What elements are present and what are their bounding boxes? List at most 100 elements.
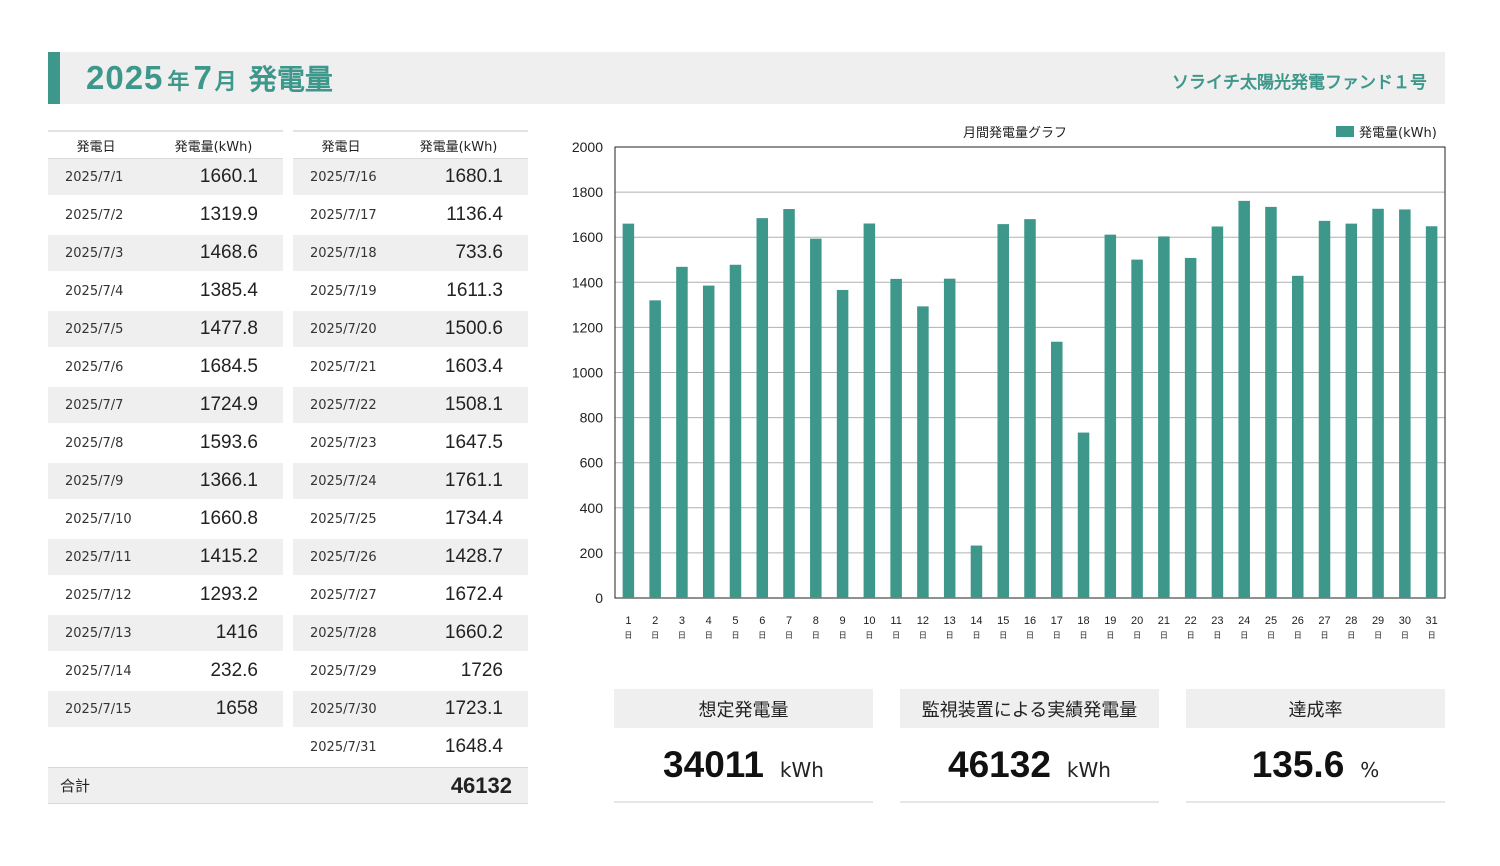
x-tick-label: 21 — [1158, 615, 1170, 627]
x-tick-suffix: 日 — [1374, 631, 1382, 640]
row-value: 1724.9 — [199, 394, 258, 415]
bar — [810, 238, 822, 599]
table-row: 2025/7/2 1319.9 — [48, 197, 283, 235]
summary-label: 達成率 — [1186, 689, 1445, 728]
row-value: 1660.1 — [199, 166, 258, 187]
x-tick-label: 9 — [840, 615, 846, 627]
total-row: 合計 46132 — [48, 767, 528, 804]
x-tick-label: 23 — [1211, 615, 1223, 627]
y-tick-label: 400 — [580, 500, 604, 516]
row-value: 1136.4 — [446, 204, 503, 225]
bar — [1425, 226, 1438, 598]
table-row: 2025/7/3 1468.6 — [48, 235, 283, 273]
x-tick-label: 26 — [1292, 615, 1304, 627]
x-tick-label: 20 — [1131, 615, 1143, 627]
bar — [1158, 236, 1170, 598]
row-date: 2025/7/1 — [65, 169, 124, 185]
title-year-label: 年 — [167, 70, 190, 95]
table-row: 2025/7/22 1508.1 — [293, 387, 528, 425]
table-row: 2025/7/26 1428.7 — [293, 539, 528, 577]
row-value: 1593.6 — [199, 432, 258, 453]
row-date: 2025/7/19 — [310, 283, 377, 299]
row-value: 1477.8 — [199, 318, 258, 339]
x-tick-label: 31 — [1425, 615, 1437, 627]
row-date: 2025/7/30 — [310, 701, 377, 717]
row-date: 2025/7/16 — [310, 169, 377, 185]
row-value: 232.6 — [210, 660, 258, 681]
table-row: 2025/7/9 1366.1 — [48, 463, 283, 501]
x-tick-suffix: 日 — [1267, 631, 1275, 640]
x-tick-suffix: 日 — [678, 631, 686, 640]
table-rows: 2025/7/1 1660.1 2025/7/2 1319.9 2025/7/3 1468… — [48, 159, 283, 729]
x-tick-label: 1 — [625, 615, 631, 627]
x-tick-label: 2 — [652, 615, 658, 627]
row-date: 2025/7/8 — [65, 435, 124, 451]
x-tick-label: 13 — [944, 615, 956, 627]
bar — [1399, 209, 1411, 598]
bar — [1211, 226, 1224, 598]
table-row: 2025/7/19 1611.3 — [293, 273, 528, 311]
x-tick-label: 4 — [706, 615, 712, 627]
row-value: 1761.1 — [444, 470, 503, 491]
title-label: 発電量 — [248, 63, 333, 96]
x-tick-suffix: 日 — [1294, 631, 1302, 640]
table-row: 2025/7/27 1672.4 — [293, 577, 528, 615]
x-tick-label: 29 — [1372, 615, 1384, 627]
y-tick-label: 200 — [580, 545, 604, 561]
table-row: 2025/7/6 1684.5 — [48, 349, 283, 387]
x-tick-label: 14 — [970, 615, 982, 627]
y-tick-label: 0 — [595, 590, 603, 606]
y-tick-label: 2000 — [572, 139, 603, 155]
table-row: 2025/7/18 733.6 — [293, 235, 528, 273]
row-value: 1500.6 — [444, 318, 503, 339]
summary-value: 135.6 — [1251, 743, 1345, 785]
col-date-header: 発電日 — [76, 139, 116, 155]
row-date: 2025/7/18 — [310, 245, 377, 261]
row-date: 2025/7/3 — [65, 245, 124, 261]
table-row: 2025/7/11 1415.2 — [48, 539, 283, 577]
summary-body: 135.6 % — [1186, 728, 1445, 803]
bar — [970, 545, 983, 598]
row-value: 1416 — [215, 622, 258, 643]
row-date: 2025/7/13 — [65, 625, 132, 641]
bar — [1238, 200, 1250, 598]
total-value: 46132 — [450, 772, 512, 798]
x-tick-suffix: 日 — [865, 631, 873, 640]
table-row: 2025/7/20 1500.6 — [293, 311, 528, 349]
x-tick-label: 12 — [917, 615, 929, 627]
x-tick-suffix: 日 — [651, 631, 659, 640]
row-value: 1611.3 — [446, 280, 503, 301]
bar — [1077, 432, 1090, 598]
summary-actual: 監視装置による実績発電量 46132 kWh — [900, 689, 1159, 805]
row-date: 2025/7/17 — [310, 207, 377, 223]
row-date: 2025/7/28 — [310, 625, 377, 641]
x-tick-label: 17 — [1051, 615, 1063, 627]
row-value: 1366.1 — [199, 470, 258, 491]
daily-table-second-half: 発電日 発電量(kWh) 2025/7/16 1680.1 2025/7/17 113… — [293, 130, 528, 767]
x-tick-label: 11 — [890, 615, 901, 627]
x-tick-label: 10 — [863, 615, 875, 627]
row-date: 2025/7/24 — [310, 473, 377, 489]
table-row: 2025/7/17 1136.4 — [293, 197, 528, 235]
chart-title: 月間発電量グラフ — [963, 126, 1067, 141]
table-row: 2025/7/28 1660.2 — [293, 615, 528, 653]
row-date: 2025/7/29 — [310, 663, 377, 679]
title-month-label: 月 — [214, 70, 237, 95]
table-header: 発電日 発電量(kWh) — [48, 130, 283, 159]
x-tick-suffix: 日 — [1106, 631, 1114, 640]
row-date: 2025/7/27 — [310, 587, 377, 603]
table-row: 2025/7/24 1761.1 — [293, 463, 528, 501]
row-value: 1723.1 — [444, 698, 503, 719]
bar — [1051, 341, 1063, 598]
bar — [622, 223, 635, 598]
row-value: 1684.5 — [199, 356, 258, 377]
x-tick-suffix: 日 — [1240, 631, 1248, 640]
row-date: 2025/7/31 — [310, 739, 377, 755]
bar — [676, 266, 688, 598]
row-value: 1660.2 — [444, 622, 503, 643]
summary-unit: kWh — [779, 757, 824, 782]
x-tick-suffix: 日 — [1213, 631, 1221, 640]
y-tick-label: 1800 — [572, 184, 603, 200]
page-header: 2025 年 7 月 発電量 ソライチ太陽光発電ファンド１号 — [48, 52, 1445, 104]
row-date: 2025/7/4 — [65, 283, 124, 299]
